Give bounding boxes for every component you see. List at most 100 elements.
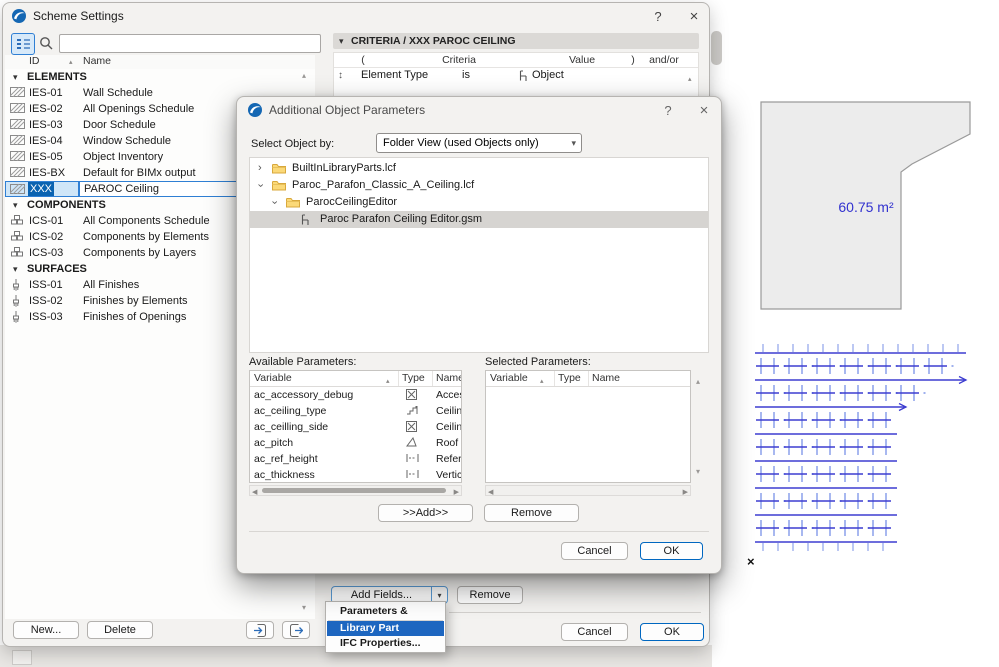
- available-parameters-hscrollbar[interactable]: ◀ ▶: [249, 485, 462, 496]
- scroll-right-icon[interactable]: ▶: [454, 488, 459, 497]
- parameter-row[interactable]: ac_ref_height Reference Height: [250, 451, 461, 467]
- help-button[interactable]: ?: [657, 101, 679, 119]
- floor-plan-canvas[interactable]: 60.75 m² ×: [700, 85, 999, 585]
- scroll-right-icon[interactable]: ▶: [683, 488, 688, 497]
- import-icon: [253, 623, 267, 637]
- col-variable[interactable]: Variable: [490, 371, 528, 386]
- remove-fields-button[interactable]: Remove: [457, 586, 523, 604]
- object-icon: [300, 214, 310, 226]
- search-icon: [39, 36, 53, 50]
- selected-parameters-list[interactable]: Variable ▴ Type Name: [485, 370, 691, 483]
- cancel-button[interactable]: Cancel: [561, 623, 628, 641]
- parameter-row[interactable]: ac_ceilling_side Ceiling Side for the: [250, 419, 461, 435]
- name-text[interactable]: PAROC Ceiling: [84, 182, 159, 196]
- col-type[interactable]: Type: [558, 371, 581, 386]
- scroll-down-icon[interactable]: ▾: [696, 467, 700, 476]
- selected-parameters-hscrollbar[interactable]: ◀ ▶: [485, 485, 691, 496]
- menu-item[interactable]: IFC Properties...: [327, 636, 444, 651]
- param-list-header[interactable]: Variable ▴ Type Name: [250, 371, 461, 387]
- tree-item[interactable]: › ParocCeilingEditor: [250, 194, 708, 211]
- row-name: Door Schedule: [83, 119, 156, 131]
- ok-button[interactable]: OK: [640, 623, 704, 641]
- col-criteria: Criteria: [442, 54, 476, 66]
- expander-expanded-icon[interactable]: ›: [251, 184, 268, 188]
- param-variable: ac_thickness: [254, 469, 315, 481]
- criteria-value[interactable]: Object: [532, 67, 564, 84]
- parameter-row[interactable]: ac_pitch Roof Plane Pitch: [250, 435, 461, 451]
- col-type[interactable]: Type: [402, 371, 425, 386]
- delete-button[interactable]: Delete: [87, 621, 153, 639]
- scrollbar-thumb[interactable]: [262, 488, 446, 493]
- dialog-cancel-button[interactable]: Cancel: [561, 542, 628, 560]
- tree-item[interactable]: › BuiltInLibraryParts.lcf: [250, 160, 708, 177]
- search-button[interactable]: [37, 35, 55, 51]
- group-header-elements[interactable]: ▾ ELEMENTS: [5, 69, 315, 85]
- new-button[interactable]: New...: [13, 621, 79, 639]
- col-name[interactable]: Name: [436, 371, 461, 386]
- remove-parameters-button[interactable]: Remove: [484, 504, 579, 522]
- close-icon[interactable]: ×: [693, 101, 715, 119]
- canvas-scrollbar-thumb[interactable]: [711, 31, 722, 65]
- scheme-settings-titlebar[interactable]: Scheme Settings ? ×: [3, 3, 709, 29]
- column-id[interactable]: ID: [29, 55, 40, 67]
- column-name[interactable]: Name: [83, 55, 111, 67]
- scroll-up-icon[interactable]: ▴: [302, 71, 306, 80]
- scroll-up-icon[interactable]: ▴: [688, 71, 692, 88]
- id-cell-editing[interactable]: XXX: [5, 181, 79, 197]
- parameter-row[interactable]: ac_accessory_debug Accessory Debug Fu: [250, 387, 461, 403]
- surfaces-icon: [10, 311, 22, 324]
- expander-expanded-icon[interactable]: ›: [265, 201, 282, 205]
- available-parameters-list[interactable]: Variable ▴ Type Name ac_accessory_debug A…: [249, 370, 462, 483]
- menu-item[interactable]: Library Part Parameters...: [327, 621, 444, 649]
- param-variable: ac_ref_height: [254, 453, 318, 465]
- list-column-header[interactable]: ID ▴ Name: [5, 55, 315, 70]
- criteria-operator[interactable]: is: [462, 67, 470, 84]
- menu-item[interactable]: Parameters & Properties...: [327, 604, 444, 632]
- export-scheme-button[interactable]: [282, 621, 310, 639]
- folder-icon: [272, 163, 286, 174]
- param-name: Accessory Debug Fu: [436, 389, 461, 401]
- row-id: ICS-02: [29, 231, 64, 243]
- dialog-ok-button[interactable]: OK: [640, 542, 703, 560]
- criteria-table: ( Criteria Value ) and/or ↕ Element Type…: [333, 52, 699, 99]
- scroll-up-icon[interactable]: ▴: [696, 377, 700, 386]
- row-id: IES-01: [29, 87, 63, 99]
- tree-item[interactable]: Paroc Parafon Ceiling Editor.gsm: [250, 211, 708, 228]
- dialog-titlebar[interactable]: Additional Object Parameters ? ×: [237, 97, 721, 123]
- tree-item-label: ParocCeilingEditor: [306, 196, 398, 208]
- close-icon[interactable]: ×: [683, 7, 705, 25]
- id-text-selected[interactable]: XXX: [28, 182, 55, 196]
- tree-item-label: Paroc_Parafon_Classic_A_Ceiling.lcf: [292, 179, 475, 191]
- tree-view-toggle-button[interactable]: [11, 33, 35, 55]
- add-parameters-button[interactable]: >>Add>>: [378, 504, 473, 522]
- scroll-left-icon[interactable]: ◀: [488, 488, 493, 497]
- criteria-field[interactable]: Element Type: [361, 67, 428, 84]
- components-icon: [10, 215, 24, 225]
- background-window-fragment: [12, 650, 32, 665]
- param-name: Ceiling Side for the: [436, 421, 462, 433]
- col-variable[interactable]: Variable: [254, 371, 292, 386]
- parameter-row[interactable]: ac_thickness Vertical Thickness: [250, 467, 461, 482]
- criteria-row[interactable]: ↕ Element Type is Object ▴: [334, 67, 698, 84]
- expander-collapsed-icon[interactable]: ›: [258, 160, 262, 177]
- row-name: Components by Layers: [83, 247, 197, 259]
- group-label: ELEMENTS: [27, 71, 87, 83]
- sort-ascending-icon: ▴: [69, 59, 73, 66]
- param-list-header[interactable]: Variable ▴ Type Name: [486, 371, 690, 387]
- row-name: Wall Schedule: [83, 87, 153, 99]
- criteria-table-header: ( Criteria Value ) and/or: [334, 53, 698, 68]
- criteria-panel-header[interactable]: ▾ CRITERIA / XXX PAROC CEILING: [333, 33, 699, 49]
- import-scheme-button[interactable]: [246, 621, 274, 639]
- scroll-down-icon[interactable]: ▾: [302, 603, 306, 612]
- scroll-left-icon[interactable]: ◀: [252, 488, 257, 497]
- tree-item[interactable]: › Paroc_Parafon_Classic_A_Ceiling.lcf: [250, 177, 708, 194]
- help-button[interactable]: ?: [647, 7, 669, 25]
- select-object-by-dropdown[interactable]: Folder View (used Objects only) ▾: [376, 133, 582, 153]
- row-reorder-icon[interactable]: ↕: [338, 67, 343, 84]
- search-input[interactable]: [59, 34, 321, 53]
- parameter-row[interactable]: ac_ceiling_type Ceiling Type for the: [250, 403, 461, 419]
- row-name: Components by Elements: [83, 231, 209, 243]
- col-name[interactable]: Name: [592, 371, 620, 386]
- row-id: IES-02: [29, 103, 63, 115]
- group-label: COMPONENTS: [27, 199, 106, 211]
